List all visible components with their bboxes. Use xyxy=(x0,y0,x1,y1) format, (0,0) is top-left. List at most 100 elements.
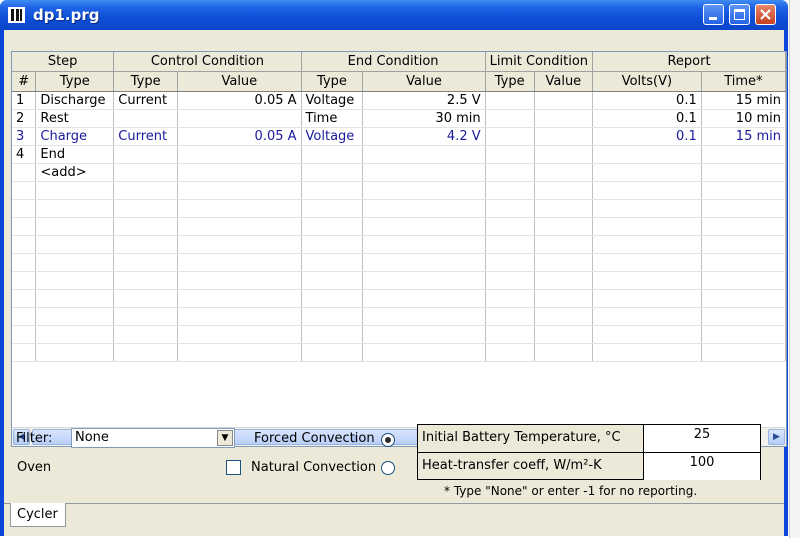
cell-step-type[interactable] xyxy=(35,307,115,326)
cell-limit-value[interactable] xyxy=(534,163,594,182)
cell-limit-type[interactable] xyxy=(485,91,535,110)
dropdown-button[interactable]: ▼ xyxy=(217,430,233,446)
cell-limit-value[interactable] xyxy=(534,343,594,362)
cell-control-type[interactable] xyxy=(113,307,179,326)
cell-end-value[interactable] xyxy=(362,145,486,164)
cell-volts[interactable] xyxy=(592,307,702,326)
cell-step-type[interactable]: Rest xyxy=(35,109,115,128)
table-row[interactable] xyxy=(12,235,786,254)
table-row[interactable] xyxy=(12,307,786,326)
cell-control-value[interactable] xyxy=(177,109,302,128)
htc-input[interactable]: 100 xyxy=(644,453,760,480)
cell-num[interactable] xyxy=(12,307,37,326)
cell-num[interactable] xyxy=(12,181,37,200)
cell-volts[interactable] xyxy=(592,343,702,362)
cell-limit-type[interactable] xyxy=(485,271,535,290)
cell-control-value[interactable] xyxy=(177,271,302,290)
cell-end-type[interactable] xyxy=(301,307,364,326)
cell-end-value[interactable] xyxy=(362,289,486,308)
cell-end-value[interactable] xyxy=(362,253,486,272)
table-row[interactable]: 2 Rest Time 30 min 0.1 10 min xyxy=(12,109,786,128)
cell-num[interactable] xyxy=(12,253,37,272)
cell-num[interactable] xyxy=(12,271,37,290)
cell-end-value[interactable] xyxy=(362,307,486,326)
cell-end-type[interactable] xyxy=(301,289,364,308)
cycler-grid[interactable]: Step Control Condition End Condition Lim… xyxy=(11,51,787,447)
cell-step-type[interactable] xyxy=(35,325,115,344)
cell-control-type[interactable] xyxy=(113,109,179,128)
cell-num[interactable] xyxy=(12,163,37,182)
cell-limit-value[interactable] xyxy=(534,127,594,146)
maximize-button[interactable] xyxy=(729,4,750,25)
cell-limit-value[interactable] xyxy=(534,181,594,200)
cell-time[interactable]: 10 min xyxy=(701,109,786,128)
cell-control-type[interactable]: Current xyxy=(113,91,179,110)
cell-num[interactable] xyxy=(12,235,37,254)
close-button[interactable] xyxy=(755,4,776,25)
cell-control-type[interactable] xyxy=(113,253,179,272)
cell-control-type[interactable] xyxy=(113,199,179,218)
cell-control-value[interactable] xyxy=(177,145,302,164)
cell-step-type[interactable]: <add> xyxy=(35,163,115,182)
table-row[interactable]: 4 End xyxy=(12,145,786,164)
cell-limit-type[interactable] xyxy=(485,325,535,344)
cell-num[interactable] xyxy=(12,289,37,308)
cell-step-type[interactable] xyxy=(35,253,115,272)
cell-control-value[interactable] xyxy=(177,235,302,254)
cell-end-value[interactable] xyxy=(362,181,486,200)
cell-volts[interactable]: 0.1 xyxy=(592,109,702,128)
cell-control-type[interactable]: Current xyxy=(113,127,179,146)
cell-control-type[interactable] xyxy=(113,145,179,164)
cell-control-value[interactable] xyxy=(177,253,302,272)
cell-limit-value[interactable] xyxy=(534,253,594,272)
cell-control-type[interactable] xyxy=(113,235,179,254)
cell-end-value[interactable] xyxy=(362,343,486,362)
cell-step-type[interactable]: Discharge xyxy=(35,91,115,110)
cell-limit-type[interactable] xyxy=(485,343,535,362)
table-row[interactable] xyxy=(12,325,786,344)
minimize-button[interactable] xyxy=(703,4,724,25)
cell-end-value[interactable]: 2.5 V xyxy=(362,91,486,110)
cell-volts[interactable] xyxy=(592,181,702,200)
cell-limit-type[interactable] xyxy=(485,181,535,200)
table-row[interactable]: 1 Discharge Current 0.05 A Voltage 2.5 V 0.1 15… xyxy=(12,91,786,110)
cell-limit-type[interactable] xyxy=(485,307,535,326)
cell-control-type[interactable] xyxy=(113,181,179,200)
cell-num[interactable] xyxy=(12,343,37,362)
cell-volts[interactable] xyxy=(592,163,702,182)
cell-limit-value[interactable] xyxy=(534,235,594,254)
cell-step-type[interactable] xyxy=(35,181,115,200)
cell-limit-value[interactable] xyxy=(534,217,594,236)
cell-volts[interactable] xyxy=(592,253,702,272)
cell-limit-type[interactable] xyxy=(485,217,535,236)
cell-volts[interactable] xyxy=(592,325,702,344)
table-row[interactable] xyxy=(12,181,786,200)
cell-time[interactable] xyxy=(701,343,786,362)
cell-limit-value[interactable] xyxy=(534,289,594,308)
cell-step-type[interactable] xyxy=(35,271,115,290)
cell-time[interactable] xyxy=(701,325,786,344)
cell-control-type[interactable] xyxy=(113,325,179,344)
cell-control-type[interactable] xyxy=(113,163,179,182)
cell-end-type[interactable] xyxy=(301,235,364,254)
cell-time[interactable] xyxy=(701,253,786,272)
cell-step-type[interactable] xyxy=(35,199,115,218)
cell-time[interactable] xyxy=(701,181,786,200)
cell-control-value[interactable] xyxy=(177,343,302,362)
cell-volts[interactable] xyxy=(592,199,702,218)
cell-end-value[interactable] xyxy=(362,325,486,344)
cell-end-type[interactable]: Voltage xyxy=(301,127,364,146)
cell-control-value[interactable] xyxy=(177,307,302,326)
cell-control-type[interactable] xyxy=(113,289,179,308)
cell-step-type[interactable]: End xyxy=(35,145,115,164)
cell-time[interactable] xyxy=(701,145,786,164)
table-row[interactable] xyxy=(12,199,786,218)
cell-num[interactable] xyxy=(12,217,37,236)
cell-limit-value[interactable] xyxy=(534,325,594,344)
cell-control-value[interactable] xyxy=(177,163,302,182)
cell-control-value[interactable] xyxy=(177,289,302,308)
cell-num[interactable]: 4 xyxy=(12,145,37,164)
cell-num[interactable]: 3 xyxy=(12,127,37,146)
table-row[interactable] xyxy=(12,343,786,362)
cell-end-type[interactable]: Time xyxy=(301,109,364,128)
